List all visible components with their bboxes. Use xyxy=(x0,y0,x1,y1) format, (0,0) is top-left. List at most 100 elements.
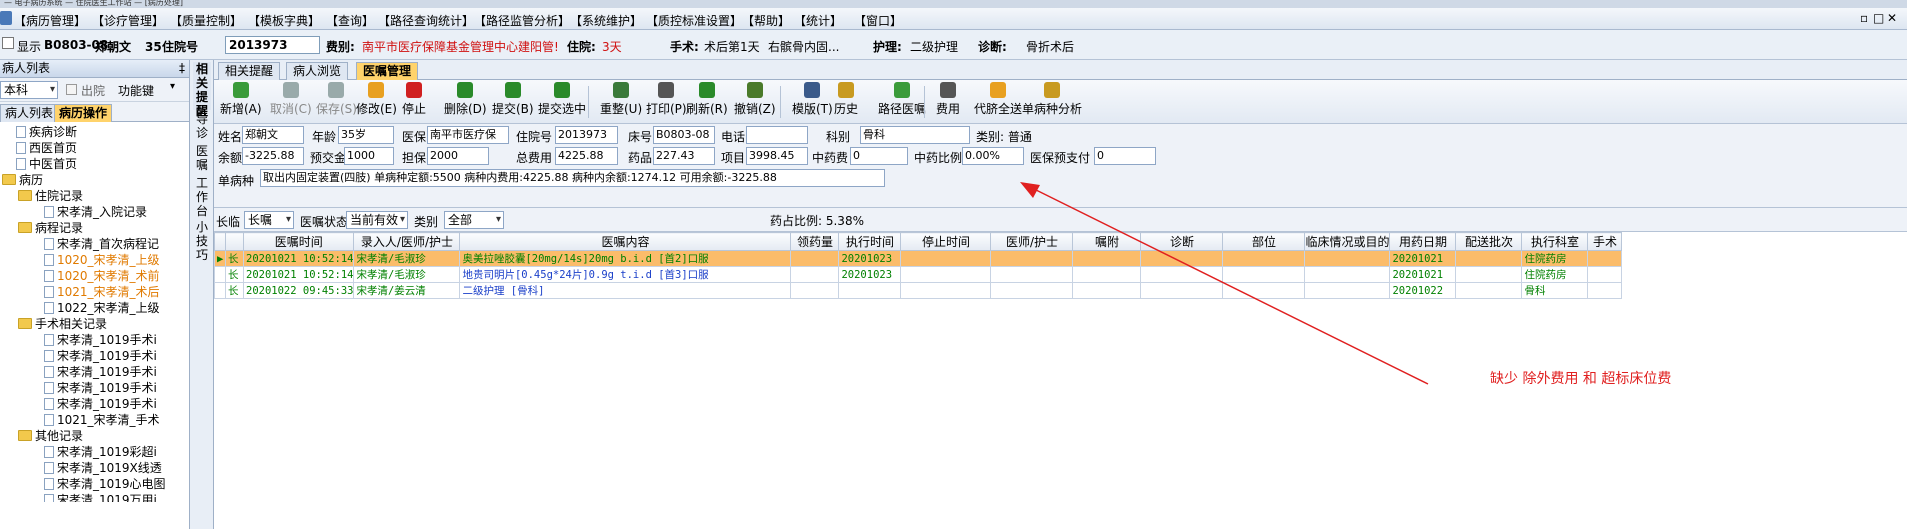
tree-item[interactable]: 疾病诊断 xyxy=(16,124,77,140)
submit-button[interactable]: 提交(B) xyxy=(492,82,534,117)
hosp-field[interactable]: 2013973 xyxy=(555,126,618,144)
tree-item[interactable]: 手术相关记录 xyxy=(18,316,107,332)
menu-template[interactable]: 【模板字典】 xyxy=(248,12,320,29)
column-header[interactable]: 用药日期 xyxy=(1389,232,1457,251)
tree-item[interactable]: 宋孝清_首次病程记 xyxy=(44,236,159,252)
column-header[interactable]: 停止时间 xyxy=(900,232,992,251)
tree-item[interactable]: 宋孝清_1019手术i xyxy=(44,364,157,380)
submit-selected-button[interactable]: 提交选中 xyxy=(538,82,586,117)
stop-button[interactable]: 停止 xyxy=(402,82,426,117)
chevron-down-icon[interactable]: ▾ xyxy=(170,81,175,92)
tree-item[interactable]: 其他记录 xyxy=(18,428,83,444)
column-header[interactable]: 配送批次 xyxy=(1455,232,1523,251)
tree-item[interactable]: 病程记录 xyxy=(18,220,83,236)
tab-patient-list[interactable]: 病人列表 xyxy=(0,104,59,122)
path-order-button[interactable]: 路径医嘱 xyxy=(878,82,926,117)
status-select[interactable]: 当前有效 xyxy=(346,211,408,229)
tree-item[interactable]: 宋孝清_1019手术i xyxy=(44,380,157,396)
function-key-button[interactable]: 功能键 xyxy=(118,82,154,99)
vtab-orders[interactable]: 医嘱 xyxy=(193,144,211,174)
phone-field[interactable] xyxy=(746,126,808,144)
tree-item[interactable]: 西医首页 xyxy=(16,140,77,156)
menu-path-query[interactable]: 【路径查询统计】 xyxy=(378,12,474,29)
table-row[interactable]: 长 20201022 09:45:33 宋孝清/姜云清 二级护理 [骨科] 202010… xyxy=(214,282,1623,299)
tab-record-operations[interactable]: 病历操作 xyxy=(54,104,113,122)
tree-item[interactable]: 1020_宋孝清_术前 xyxy=(44,268,160,284)
cancel-button[interactable]: 取消(C) xyxy=(270,82,312,117)
tree-item[interactable]: 1022_宋孝清_上级 xyxy=(44,300,160,316)
add-button[interactable]: 新增(A) xyxy=(220,82,262,117)
column-header[interactable]: 领药量 xyxy=(790,232,840,251)
drug-field[interactable]: 227.43 xyxy=(653,147,715,165)
delete-button[interactable]: 删除(D) xyxy=(444,82,487,117)
pin-icon[interactable]: ‡ xyxy=(179,60,185,77)
dept-select[interactable]: 本科 xyxy=(0,81,58,99)
prepay-field[interactable]: 1000 xyxy=(344,147,394,165)
column-header[interactable]: 部位 xyxy=(1222,232,1306,251)
tree-item[interactable]: 宋孝清_入院记录 xyxy=(44,204,147,220)
single-disease-field[interactable]: 取出内固定装置(四肢) 单病种定额:5500 病种内费用:4225.88 病种内… xyxy=(260,169,885,187)
template-button[interactable]: 模版(T) xyxy=(792,82,833,117)
refresh-button[interactable]: 刷新(R) xyxy=(686,82,728,117)
column-header[interactable]: 执行时间 xyxy=(838,232,902,251)
history-button[interactable]: 历史 xyxy=(834,82,858,117)
column-header[interactable]: 医嘱时间 xyxy=(242,232,355,251)
tree-item[interactable]: 住院记录 xyxy=(18,188,83,204)
undo-button[interactable]: 撤销(Z) xyxy=(734,82,776,117)
vtab-guide[interactable]: 导诊 xyxy=(193,112,211,142)
column-header[interactable] xyxy=(225,232,244,251)
save-button[interactable]: 保存(S) xyxy=(316,82,357,117)
tree-item[interactable]: 1021_宋孝清_手术 xyxy=(44,412,160,428)
analysis-button[interactable]: 单病种分析 xyxy=(1022,82,1082,117)
name-field[interactable]: 郑朝文 xyxy=(242,126,304,144)
send-all-button[interactable]: 代脐全送 xyxy=(974,82,1022,117)
menu-path-monitor[interactable]: 【路径监管分析】 xyxy=(474,12,570,29)
tree-item[interactable]: 中医首页 xyxy=(16,156,77,172)
menu-statistics[interactable]: 【统计】 xyxy=(794,12,842,29)
vtab-reminders[interactable]: 相关提醒 xyxy=(193,62,211,118)
total-fee-field[interactable]: 4225.88 xyxy=(555,147,618,165)
balance-field[interactable]: -3225.88 xyxy=(242,147,304,165)
menu-diagnosis[interactable]: 【诊疗管理】 xyxy=(92,12,164,29)
tree-item[interactable]: 宋孝清_1019彩超i xyxy=(44,444,157,460)
menu-records[interactable]: 【病历管理】 xyxy=(14,12,86,29)
tree-item[interactable]: 宋孝清_1019手术i xyxy=(44,348,157,364)
menu-quality[interactable]: 【质量控制】 xyxy=(170,12,242,29)
age-field[interactable]: 35岁 xyxy=(338,126,394,144)
tab-order-management[interactable]: 医嘱管理 xyxy=(356,62,419,80)
table-row[interactable]: 长 20201021 10:52:14 宋孝清/毛淑珍 地贵司明片[0.45g*24片… xyxy=(214,266,1623,283)
tree-item[interactable]: 1021_宋孝清_术后 xyxy=(44,284,160,300)
maximize-icon[interactable]: □ xyxy=(1873,11,1884,25)
column-header[interactable]: 执行科室 xyxy=(1521,232,1589,251)
tab-patient-browse[interactable]: 病人浏览 xyxy=(286,62,349,80)
hosp-no-field[interactable]: 2013973 xyxy=(225,36,320,54)
item-field[interactable]: 3998.45 xyxy=(746,147,808,165)
tree-item[interactable]: 1020_宋孝清_上级 xyxy=(44,252,160,268)
discharge-checkbox[interactable] xyxy=(66,84,77,95)
column-header[interactable]: 医嘱内容 xyxy=(459,232,792,251)
column-header[interactable]: 嘱附 xyxy=(1072,232,1142,251)
table-row[interactable]: ▶ 长 20201021 10:52:14 宋孝清/毛淑珍 奥美拉唑胶囊[20mg/14… xyxy=(214,250,1623,267)
category-select[interactable]: 全部 xyxy=(444,211,504,229)
insurance-field[interactable]: 南平市医疗保 xyxy=(427,126,509,144)
cm-fee-field[interactable]: 0 xyxy=(850,147,908,165)
menu-window[interactable]: 【窗口】 xyxy=(854,12,902,29)
guarantee-field[interactable]: 2000 xyxy=(427,147,489,165)
column-header[interactable]: 录入人/医师/护士 xyxy=(353,232,461,251)
tree-item[interactable]: 宋孝清_1019万用i xyxy=(44,492,157,502)
minimize-icon[interactable]: ▫ xyxy=(1860,11,1868,25)
column-header[interactable] xyxy=(214,232,226,251)
cm-ratio-field[interactable]: 0.00% xyxy=(962,147,1024,165)
tree-item[interactable]: 病历 xyxy=(2,172,43,188)
menu-qc-standard[interactable]: 【质控标准设置】 xyxy=(646,12,742,29)
tree-item[interactable]: 宋孝清_1019手术i xyxy=(44,396,157,412)
ins-prepay-field[interactable]: 0 xyxy=(1094,147,1156,165)
menu-system[interactable]: 【系统维护】 xyxy=(570,12,642,29)
show-checkbox[interactable] xyxy=(2,37,14,49)
tree-item[interactable]: 宋孝清_1019手术i xyxy=(44,332,157,348)
close-icon[interactable]: ✕ xyxy=(1887,11,1897,25)
bed-field[interactable]: B0803-08 xyxy=(653,126,715,144)
tab-reminders[interactable]: 相关提醒 xyxy=(218,62,281,80)
vtab-tips[interactable]: 小技巧 xyxy=(193,220,211,262)
fee-button[interactable]: 费用 xyxy=(936,82,960,117)
